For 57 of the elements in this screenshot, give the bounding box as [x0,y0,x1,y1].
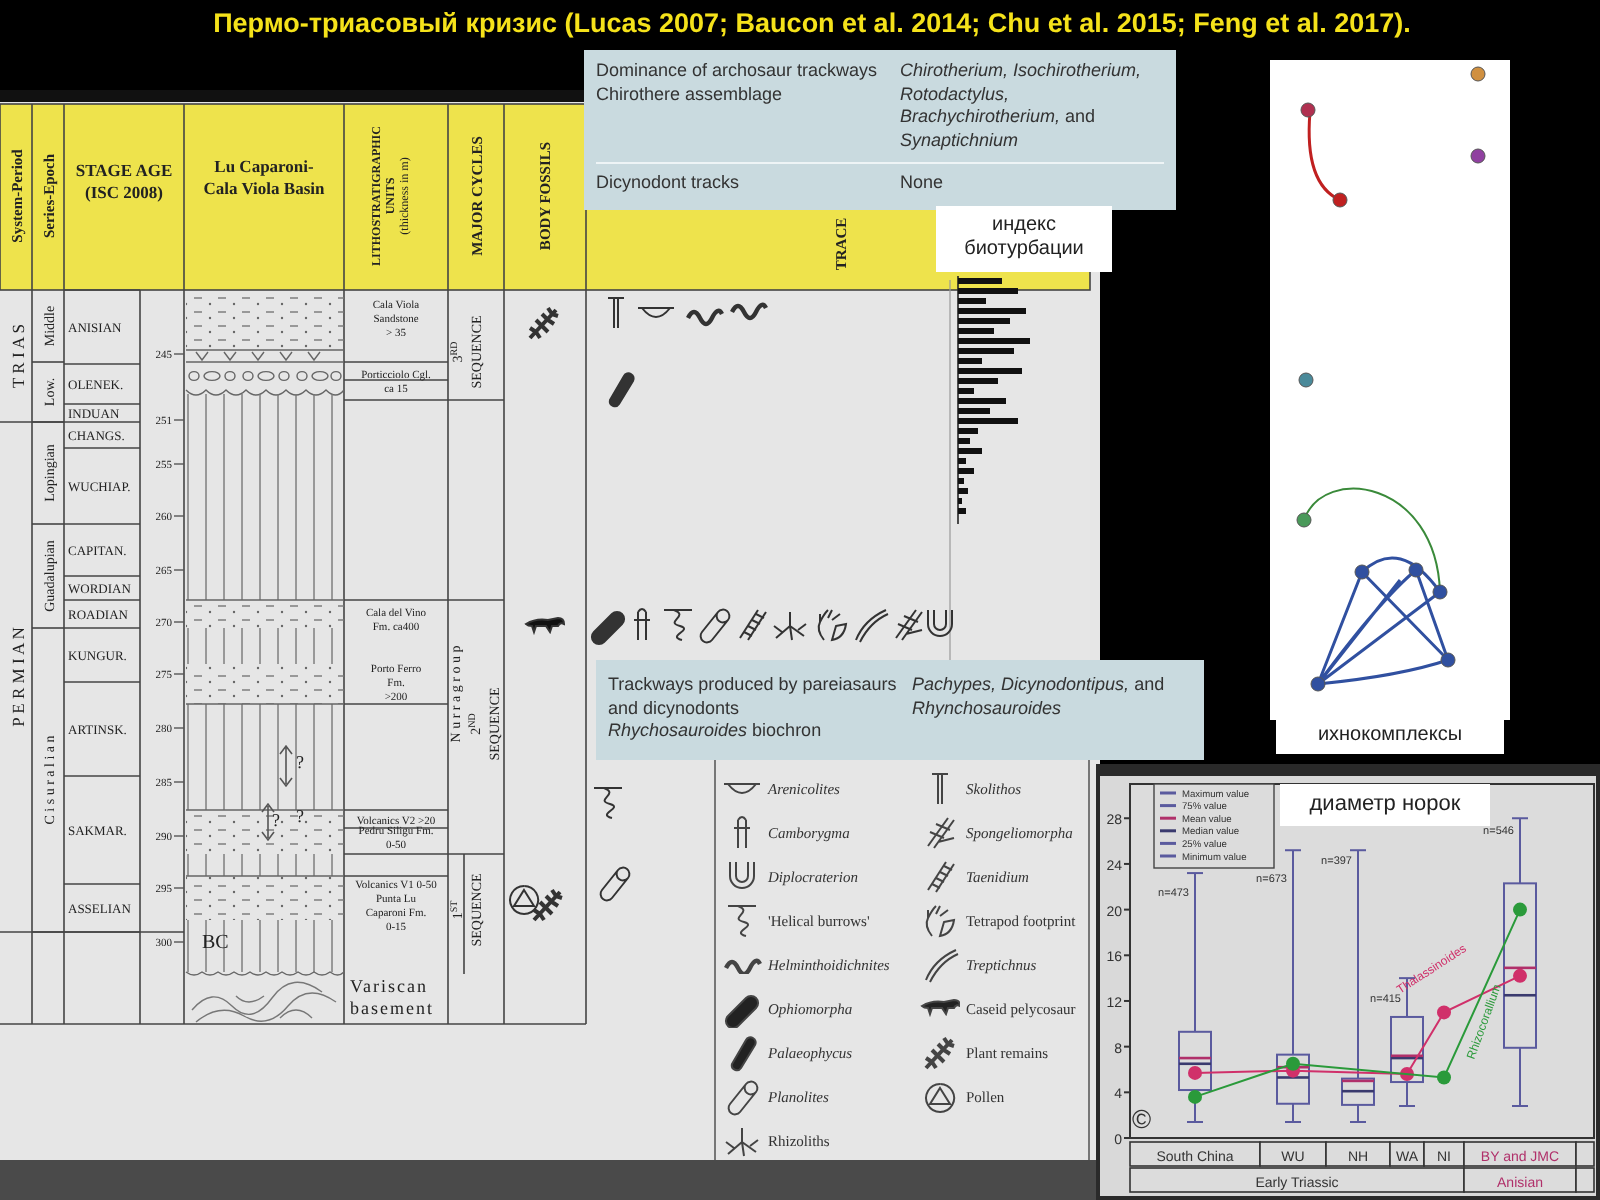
data-point [1188,1065,1202,1080]
knobby-tube-icon [722,990,762,1028]
table-cell-text: None [900,172,946,195]
column-header: Lu Caparoni- Cala Viola Basin [203,156,325,198]
tube-icon [699,608,731,644]
data-point [1437,1070,1451,1085]
u-burrow-icon [927,609,953,637]
vertical-tube-icon [607,297,625,329]
u-burrow-icon [637,307,675,318]
wavy-trail-icon [722,957,762,973]
wavy-trail-icon [730,302,768,320]
basement-label: Variscan basement [350,976,434,1018]
pelycosaur-icon [525,617,565,633]
knobby-tube-icon [590,610,626,646]
table-cell-text: Dicynodont tracks [596,172,742,195]
table-cell-text: Pachypes, Dicynodontipus, and Rhynchosauroides [912,674,1167,720]
table-cell-text: Rhychosauroides biochron [608,720,824,743]
segmented-burrow-icon [739,609,767,641]
data-point [1437,1005,1451,1020]
curved-trace-icon [855,609,889,643]
wavy-trail-icon [686,308,724,326]
u-burrow-icon [722,782,762,796]
spiral-burrow-icon [722,902,762,940]
branching-burrow-icon [895,609,923,641]
plant-icon [528,306,560,340]
curved-trace-icon [920,946,960,984]
root-icon [773,611,807,641]
table-cell-text: Dominance of archosaur trackways [596,60,880,83]
plant-icon [532,888,564,922]
spiral-burrow-icon [593,787,623,819]
data-point [1400,1067,1414,1082]
table-cell-text: Chirotherium, Isochirotherium, Rotodactylus, Brachychirotherium, and Synaptichnium [900,60,1144,152]
bc-label: BC [202,932,229,954]
tube-icon [608,372,635,408]
question-mark: ? [272,810,280,830]
table-cell-text: Chirothere assemblage [596,83,785,106]
data-point [1513,968,1527,983]
data-point [1188,1089,1202,1104]
root-icon [722,1122,762,1160]
burrow-icon [633,608,651,641]
ichnoassemblage-label: ихнокомплексы [1276,720,1504,754]
plant-icon [920,1034,960,1072]
tube-icon [599,866,631,902]
period-label: P E R M I A N [8,627,28,727]
footprint-icon [817,609,847,641]
data-point [1513,902,1527,917]
period-label: T R I A S [8,324,28,388]
bioturbation-label: индекс биотурбации [936,206,1112,272]
question-mark: ? [296,752,304,772]
copyright-mark: © [1132,1104,1152,1134]
spiral-burrow-icon [663,609,693,641]
column-header: STAGE AGE (ISC 2008) [75,160,173,202]
tube-icon [722,1078,762,1116]
footprint-icon [920,902,960,940]
chart-title: диаметр норок [1280,784,1490,826]
slide-title: Пермо-триасовый кризис (Lucas 2007; Baucon et al. 2014; Chu et al. 2015; Feng et al. 2017). [211,6,1413,42]
question-mark: ? [296,806,304,826]
